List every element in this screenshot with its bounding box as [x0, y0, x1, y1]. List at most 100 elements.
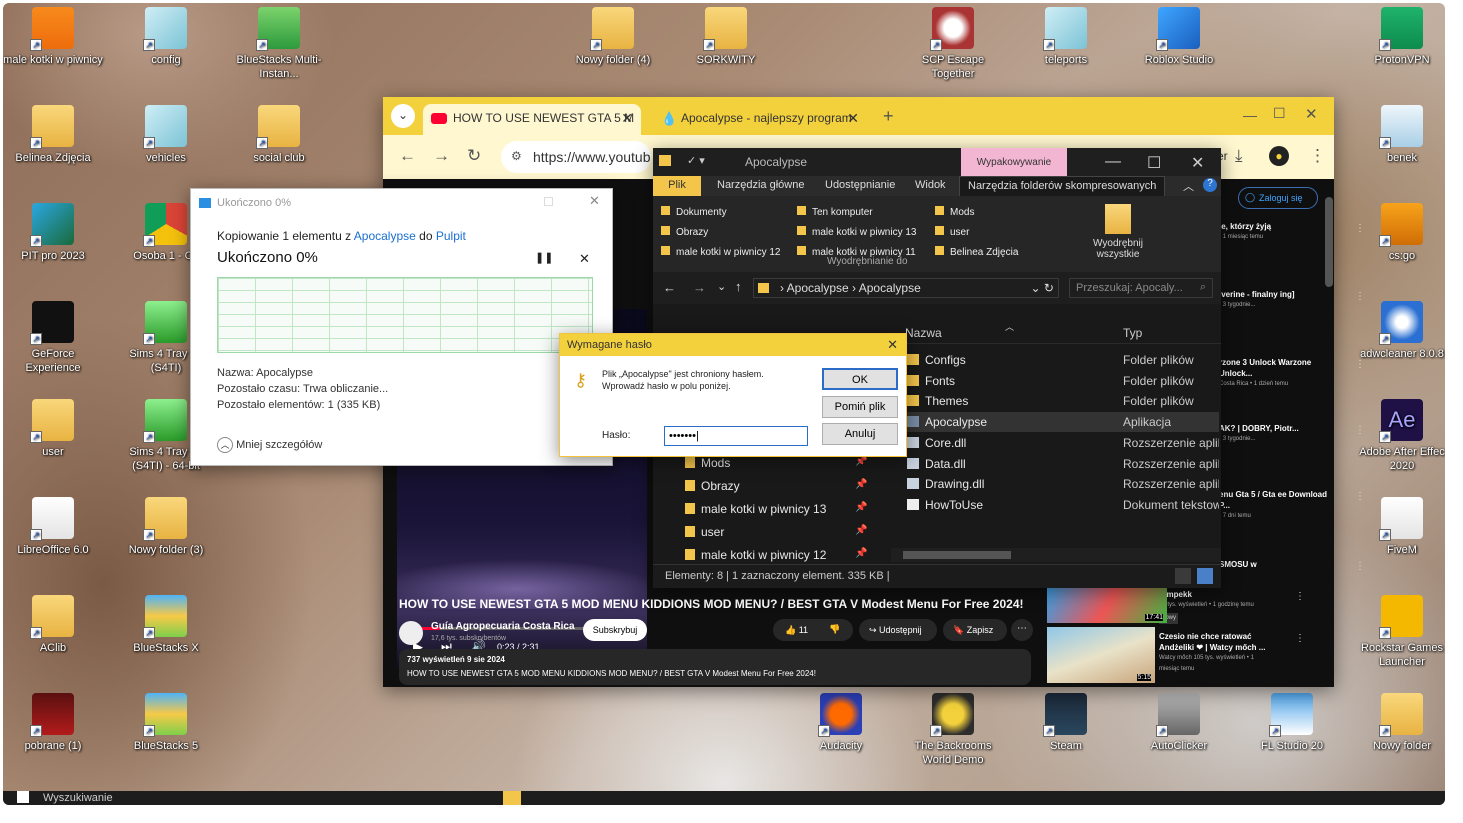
file-row[interactable]: Configs Folder plików [905, 350, 1219, 370]
signin-button[interactable]: ◯ Zaloguj się [1238, 187, 1318, 209]
desktop-icon[interactable]: ↗ Nowy folder (3) [116, 497, 216, 557]
up-icon[interactable]: ↑ [735, 279, 742, 294]
column-type[interactable]: Typ [1123, 326, 1142, 340]
more-icon[interactable]: ⋮ [1355, 291, 1365, 302]
desktop-icon[interactable]: ↗ teleports [1016, 7, 1116, 67]
desktop-icon[interactable]: ↗ PIT pro 2023 [3, 203, 103, 263]
related-video[interactable]: enu Gta 5 / Gta ee Download P... • 7 dni … [1219, 489, 1365, 522]
pin-icon[interactable]: 📌 [855, 502, 867, 513]
more-icon[interactable]: ⋮ [1295, 591, 1305, 602]
start-icon[interactable] [17, 791, 29, 803]
more-icon[interactable]: ⋮ [1295, 633, 1305, 644]
desktop-icon[interactable]: ↗ AClib [3, 595, 103, 655]
more-icon[interactable]: ⋮ [1355, 425, 1365, 436]
pin-icon[interactable]: 📌 [855, 456, 867, 467]
desktop-icon[interactable]: ↗ FiveM [1352, 497, 1445, 557]
desktop-icon[interactable]: ↗ pobrane (1) [3, 693, 103, 753]
search-input[interactable]: Przeszukaj: Apocaly... ⌕ [1069, 278, 1213, 298]
desktop-icon[interactable]: ↗ FL Studio 20 [1242, 693, 1342, 753]
scroll-thumb[interactable] [903, 551, 1011, 559]
tab-file[interactable]: Plik [653, 176, 701, 196]
related-video[interactable]: Pimpekk 10 tys. wyświetleń • 1 godzinę te… [1159, 589, 1305, 624]
close-tab-icon[interactable]: ✕ [621, 110, 633, 127]
tab-compressed-tools[interactable]: Narzędzia folderów skompresowanych [959, 176, 1166, 196]
related-video[interactable]: rzone 3 Unlock Warzone Unlock... Costa Ri… [1219, 357, 1365, 390]
forward-icon[interactable]: → [433, 146, 450, 166]
quick-access-toolbar-icon[interactable]: ✓ ▾ [687, 154, 705, 167]
tiles-view-icon[interactable] [1197, 568, 1213, 584]
video-thumbnail[interactable]: 17:41 [1047, 587, 1167, 623]
save-button[interactable]: 🔖 Zapisz [943, 619, 1007, 641]
horizontal-scrollbar[interactable] [891, 548, 1221, 562]
tab-home[interactable]: Narzędzia główne [717, 179, 804, 191]
minimize-icon[interactable]: — [1243, 107, 1257, 123]
ribbon-destination[interactable]: Ten komputer [797, 206, 873, 218]
related-video[interactable]: AK? | DOBRY, Piotr... • 3 tygodnie... ⋮ [1219, 423, 1365, 445]
nav-item[interactable]: male kotki w piwnicy 13 📌 [681, 498, 891, 520]
channel-name[interactable]: Guía Agropecuaria Costa Rica [431, 621, 575, 632]
ribbon-destination[interactable]: Dokumenty [661, 206, 727, 218]
desktop-icon[interactable]: ↗ vehicles [116, 105, 216, 165]
nav-item[interactable]: male kotki w piwnicy 12 📌 [681, 544, 891, 566]
details-view-icon[interactable] [1175, 568, 1191, 584]
minimize-icon[interactable]: — [1105, 153, 1121, 171]
desktop-icon[interactable]: ↗ ProtonVPN [1352, 7, 1445, 67]
context-tab[interactable]: Wypakowywanie [961, 148, 1067, 176]
close-icon[interactable]: ✕ [887, 337, 898, 353]
desktop-icon[interactable]: ↗ social club [229, 105, 329, 165]
share-button[interactable]: ↪ Udostępnij [859, 619, 937, 641]
related-video[interactable]: ie, którzy żyją • 1 miesiąc temu ⋮ [1219, 221, 1365, 243]
desktop-icon[interactable]: ↗ Nowy folder [1352, 693, 1445, 753]
destination-link[interactable]: Pulpit [436, 229, 466, 243]
desktop-icon[interactable]: ↗ Roblox Studio [1129, 7, 1229, 67]
desktop-icon[interactable]: ↗ male kotki w piwnicy [3, 7, 103, 67]
related-video[interactable]: SMOSU w ⋮ [1219, 559, 1365, 572]
desktop-icon[interactable]: ↗ Audacity [791, 693, 891, 753]
more-actions-icon[interactable]: ⋯ [1011, 619, 1033, 641]
taskbar-explorer-icon[interactable] [503, 791, 521, 805]
ribbon-destination[interactable]: male kotki w piwnicy 12 [661, 246, 780, 258]
video-thumbnail[interactable]: 5:15 [1047, 627, 1155, 683]
channel-avatar[interactable] [399, 621, 423, 645]
ribbon-destination[interactable]: Obrazy [661, 226, 708, 238]
file-row[interactable]: Themes Folder plików [905, 391, 1219, 411]
more-icon[interactable]: ⋮ [1355, 223, 1365, 234]
maximize-icon[interactable]: ☐ [1273, 105, 1286, 122]
maximize-icon[interactable]: ☐ [1147, 153, 1161, 173]
desktop-icon[interactable]: ↗ Rockstar Games Launcher [1352, 595, 1445, 669]
close-icon[interactable]: ✕ [1191, 153, 1204, 173]
back-icon[interactable]: ← [663, 280, 676, 295]
site-info-icon[interactable]: ⚙ [511, 149, 522, 163]
close-window-icon[interactable]: ✕ [1305, 105, 1318, 123]
tab-search-button[interactable]: ⌄ [391, 104, 415, 128]
breadcrumb-item[interactable]: Apocalypse [859, 281, 921, 295]
desktop-icon[interactable]: ↗ benek [1352, 105, 1445, 165]
desktop-icon[interactable]: ↗ Nowy folder (4) [563, 7, 663, 67]
file-row[interactable]: Core.dll Rozszerzenie aplikacji [905, 433, 1219, 453]
desktop-icon[interactable]: ↗ BlueStacks Multi-Instan... [229, 7, 329, 81]
help-icon[interactable]: ? [1203, 178, 1217, 192]
file-row[interactable]: Fonts Folder plików [905, 371, 1219, 391]
more-icon[interactable]: ⋮ [1355, 359, 1365, 370]
desktop-icon[interactable]: ↗ BlueStacks X [116, 595, 216, 655]
desktop-icon[interactable]: ↗ LibreOffice 6.0 [3, 497, 103, 557]
ribbon-destination[interactable]: Mods [935, 206, 974, 218]
skip-file-button[interactable]: Pomiń plik [822, 396, 898, 418]
column-name[interactable]: Nazwa [905, 326, 942, 340]
pause-icon[interactable]: ❚❚ [535, 251, 553, 264]
more-icon[interactable]: ⋮ [1355, 561, 1365, 572]
collapse-ribbon-icon[interactable]: ︿ [1183, 178, 1194, 194]
back-icon[interactable]: ← [399, 146, 416, 166]
taskbar-search[interactable]: Wyszukiwanie [43, 792, 113, 804]
download-icon[interactable]: ⤓ [1235, 146, 1243, 166]
file-row[interactable]: Apocalypse Aplikacja [905, 412, 1219, 433]
desktop-icon[interactable]: ↗ SCP Escape Together [903, 7, 1003, 81]
desktop-icon[interactable]: ↗ cs:go [1352, 203, 1445, 263]
cancel-button[interactable]: Anuluj [822, 423, 898, 445]
recent-icon[interactable]: ⌄ [717, 280, 726, 293]
fewer-details-button[interactable]: ︿ Mniej szczegółów [217, 437, 322, 453]
forward-icon[interactable]: → [693, 280, 706, 295]
refresh-icon[interactable]: ⌄ ↻ [1031, 281, 1054, 295]
description-box[interactable]: 737 wyświetleń 9 sie 2024 HOW TO USE NEW… [399, 649, 1031, 685]
desktop-icon[interactable]: ↗ Steam [1016, 693, 1116, 753]
